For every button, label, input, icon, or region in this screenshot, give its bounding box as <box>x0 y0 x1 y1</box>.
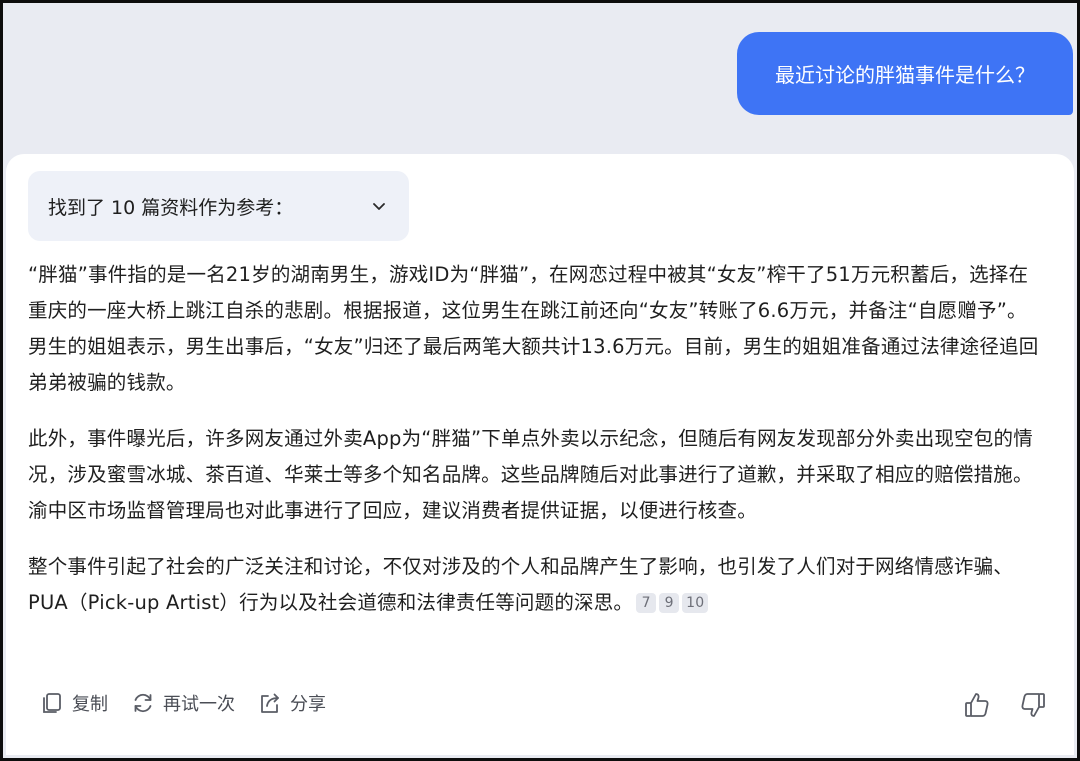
answer-actions: 复制 再试一次 分享 <box>39 690 326 716</box>
refresh-icon <box>134 693 152 713</box>
feedback-buttons <box>962 690 1048 720</box>
answer-paragraph: 整个事件引起了社会的广泛关注和讨论，不仅对涉及的个人和品牌产生了影响，也引发了人… <box>28 549 1043 621</box>
answer-paragraph-text: 整个事件引起了社会的广泛关注和讨论，不仅对涉及的个人和品牌产生了影响，也引发了人… <box>28 555 1014 614</box>
answer-paragraph: 此外，事件曝光后，许多网友通过外卖App为“胖猫”下单点外卖以示纪念，但随后有网… <box>28 427 1033 522</box>
share-icon <box>261 693 279 713</box>
copy-button[interactable]: 复制 <box>39 690 108 716</box>
thumbs-down-icon[interactable] <box>1018 690 1048 720</box>
thumbs-up-icon[interactable] <box>962 690 992 720</box>
user-message-text: 最近讨论的胖猫事件是什么？ <box>775 63 1035 87</box>
citation-badge[interactable]: 9 <box>659 593 680 613</box>
answer-paragraph: “胖猫”事件指的是一名21岁的湖南男生，游戏ID为“胖猫”，在网恋过程中被其“女… <box>28 263 1039 394</box>
chevron-down-icon <box>373 203 385 210</box>
share-label: 分享 <box>290 694 326 715</box>
retry-label: 再试一次 <box>163 694 235 715</box>
sources-dropdown[interactable]: 找到了 10 篇资料作为参考： <box>28 171 409 241</box>
copy-icon <box>43 693 61 713</box>
chat-window: 最近讨论的胖猫事件是什么？ 找到了 10 篇资料作为参考： “胖猫”事件指的是一… <box>0 0 1080 761</box>
sources-label: 找到了 10 篇资料作为参考： <box>48 196 294 219</box>
retry-button[interactable]: 再试一次 <box>130 690 235 716</box>
citation-badge[interactable]: 10 <box>682 593 709 613</box>
user-message-bubble: 最近讨论的胖猫事件是什么？ <box>737 32 1073 115</box>
assistant-answer-card: 找到了 10 篇资料作为参考： “胖猫”事件指的是一名21岁的湖南男生，游戏ID… <box>6 154 1074 755</box>
copy-label: 复制 <box>72 694 108 715</box>
share-button[interactable]: 分享 <box>257 690 326 716</box>
answer-content: “胖猫”事件指的是一名21岁的湖南男生，游戏ID为“胖猫”，在网恋过程中被其“女… <box>28 257 1043 641</box>
citation-badge[interactable]: 7 <box>636 593 657 613</box>
